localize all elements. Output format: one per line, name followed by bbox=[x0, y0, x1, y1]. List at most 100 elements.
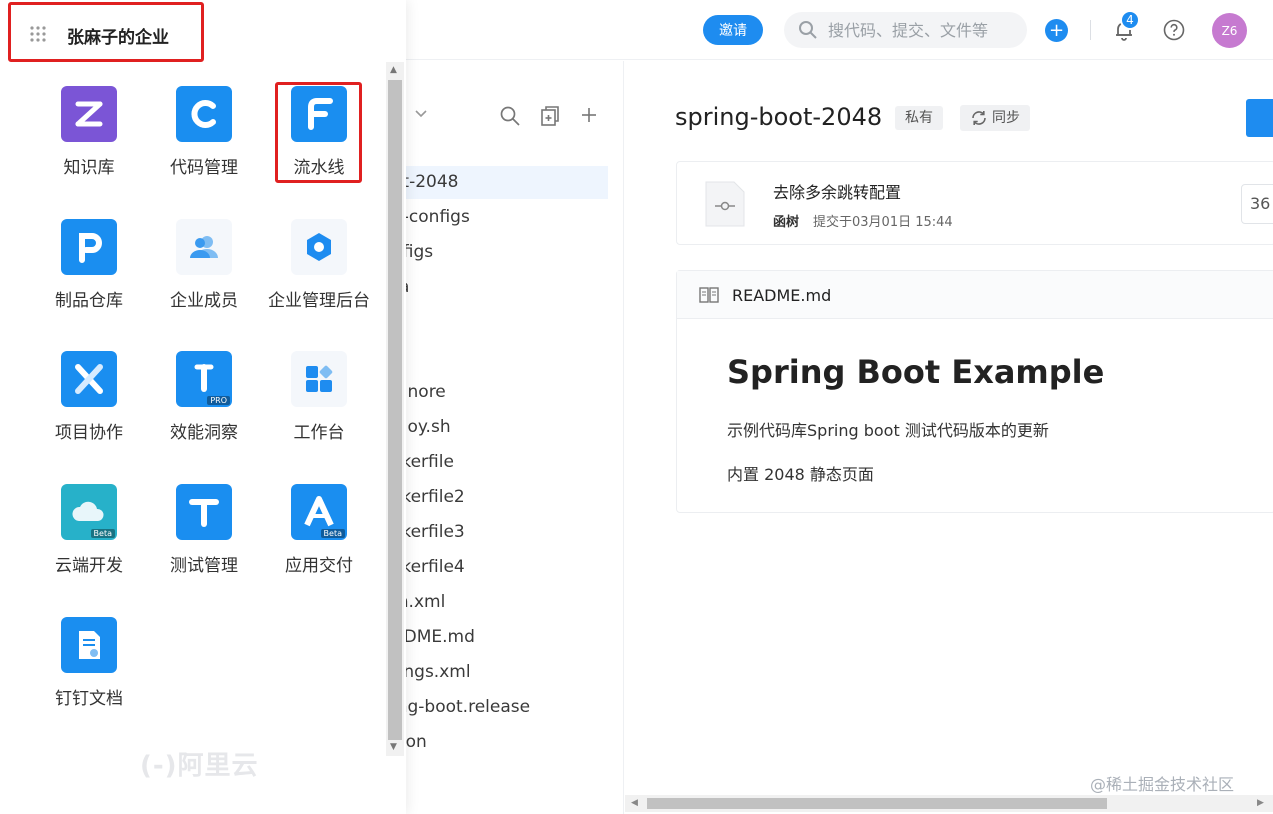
app-label: 项目协作 bbox=[55, 423, 123, 443]
app-label: 工作台 bbox=[293, 423, 345, 443]
app-label: 应用交付 bbox=[285, 556, 353, 576]
create-plus-icon[interactable]: + bbox=[1045, 19, 1068, 42]
sync-button[interactable]: 同步 bbox=[960, 105, 1030, 131]
workbench-icon bbox=[291, 351, 347, 407]
app-workbench[interactable]: 工作台 bbox=[264, 351, 374, 461]
commit-message[interactable]: 去除多余跳转配置 bbox=[773, 179, 901, 203]
readme-card: README.md Spring Boot Example 示例代码库Sprin… bbox=[676, 270, 1273, 513]
app-label: 测试管理 bbox=[170, 556, 238, 576]
tree-item[interactable]: ing-boot.release bbox=[384, 691, 608, 724]
readme-filename: README.md bbox=[732, 286, 832, 305]
search-input[interactable] bbox=[828, 20, 1018, 40]
app-members[interactable]: 企业成员 bbox=[149, 219, 259, 329]
latest-commit-card[interactable]: 去除多余跳转配置 函树 提交于03月01日 15:44 36 bbox=[676, 161, 1273, 245]
tree-item[interactable]: ckerfile3 bbox=[384, 516, 608, 549]
app-label: 制品仓库 bbox=[55, 291, 123, 311]
app-artifact-repo[interactable]: 制品仓库 bbox=[34, 219, 144, 329]
panel-vertical-scrollbar[interactable]: ▲ ▼ bbox=[386, 62, 404, 756]
app-project-collab[interactable]: 项目协作 bbox=[34, 351, 144, 461]
tree-item[interactable]: tings.xml bbox=[384, 656, 608, 689]
tree-item[interactable]: ignore bbox=[384, 376, 608, 409]
readme-heading: Spring Boot Example bbox=[727, 353, 1105, 391]
app-label: 云端开发 bbox=[55, 556, 123, 576]
tree-item[interactable]: p-configs bbox=[384, 201, 608, 234]
app-label: 效能洞察 bbox=[170, 423, 238, 443]
tree-item[interactable]: nfigs bbox=[384, 236, 608, 269]
primary-action-button[interactable] bbox=[1246, 99, 1273, 137]
scroll-right-arrow-icon[interactable]: ▶ bbox=[1257, 798, 1264, 808]
tree-item[interactable]: ot-2048 bbox=[384, 166, 608, 199]
commit-count-button[interactable]: 36 bbox=[1241, 184, 1273, 224]
tree-item[interactable]: m.xml bbox=[384, 586, 608, 619]
app-delivery-icon: Beta bbox=[291, 484, 347, 540]
app-app-delivery[interactable]: Beta 应用交付 bbox=[264, 484, 374, 594]
test-management-icon bbox=[176, 484, 232, 540]
notification-badge: 4 bbox=[1120, 10, 1140, 30]
app-label: 钉钉文档 bbox=[55, 689, 123, 709]
search-icon[interactable] bbox=[499, 105, 521, 127]
panel-scroll-thumb[interactable] bbox=[388, 80, 402, 740]
readme-paragraph: 示例代码库Spring boot 测试代码版本的更新 bbox=[727, 421, 1049, 440]
tree-item[interactable]: ploy.sh bbox=[384, 411, 608, 444]
org-header[interactable]: 张麻子的企业 bbox=[8, 2, 204, 62]
grid-menu-icon[interactable] bbox=[29, 25, 47, 43]
project-collab-icon bbox=[61, 351, 117, 407]
header-divider bbox=[1090, 20, 1091, 40]
global-search[interactable] bbox=[784, 12, 1027, 48]
private-tag: 私有 bbox=[895, 106, 943, 130]
org-name: 张麻子的企业 bbox=[67, 28, 169, 48]
aliyun-logo: (-)阿里云 bbox=[140, 751, 259, 781]
help-icon[interactable] bbox=[1163, 19, 1185, 41]
app-test-management[interactable]: 测试管理 bbox=[149, 484, 259, 594]
app-insight[interactable]: PRO 效能洞察 bbox=[149, 351, 259, 461]
app-admin-console[interactable]: 企业管理后台 bbox=[264, 219, 374, 329]
scroll-up-arrow-icon[interactable]: ▲ bbox=[390, 65, 397, 75]
pipeline-highlight bbox=[275, 82, 362, 183]
watermark: @稀土掘金技术社区 bbox=[1090, 775, 1235, 794]
cloud-dev-icon: Beta bbox=[61, 484, 117, 540]
artifact-repo-icon bbox=[61, 219, 117, 275]
tree-item[interactable]: ckerfile2 bbox=[384, 481, 608, 514]
scroll-left-arrow-icon[interactable]: ◀ bbox=[631, 798, 638, 808]
app-label: 企业管理后台 bbox=[268, 291, 370, 311]
app-cloud-dev[interactable]: Beta 云端开发 bbox=[34, 484, 144, 594]
beta-badge: Beta bbox=[90, 529, 115, 538]
file-tree: ot-2048 p-configs nfigs ra v ignore ploy… bbox=[384, 61, 624, 814]
repo-main: spring-boot-2048 私有 同步 去除多余跳转配置 函树 提交于03… bbox=[625, 61, 1273, 814]
dingtalk-docs-icon bbox=[61, 617, 117, 673]
tree-item[interactable]: ADME.md bbox=[384, 621, 608, 654]
tree-item[interactable]: ckerfile4 bbox=[384, 551, 608, 584]
new-file-icon[interactable] bbox=[539, 105, 561, 127]
readme-header: README.md bbox=[677, 271, 1273, 319]
search-icon bbox=[799, 21, 817, 39]
chevron-down-icon[interactable] bbox=[414, 109, 428, 119]
repo-title: spring-boot-2048 bbox=[675, 103, 883, 131]
commit-icon bbox=[705, 181, 745, 227]
app-label: 代码管理 bbox=[170, 158, 238, 178]
app-code-management[interactable]: 代码管理 bbox=[149, 86, 259, 196]
invite-button[interactable]: 邀请 bbox=[703, 15, 763, 45]
beta-badge: Beta bbox=[320, 529, 345, 538]
horizontal-scrollbar[interactable]: ◀ ▶ bbox=[625, 795, 1273, 812]
horizontal-scroll-thumb[interactable] bbox=[647, 798, 1107, 809]
add-icon[interactable] bbox=[580, 106, 598, 124]
tree-item[interactable]: ckerfile bbox=[384, 446, 608, 479]
pro-badge: PRO bbox=[207, 396, 230, 405]
sync-label: 同步 bbox=[992, 110, 1020, 126]
app-label: 企业成员 bbox=[170, 291, 238, 311]
members-icon bbox=[176, 219, 232, 275]
tree-item[interactable]: v bbox=[384, 341, 608, 374]
tree-item[interactable]: sion bbox=[384, 726, 608, 759]
knowledge-base-icon bbox=[61, 86, 117, 142]
app-knowledge-base[interactable]: 知识库 bbox=[34, 86, 144, 196]
tree-item[interactable]: ra bbox=[384, 271, 608, 304]
commit-author: 函树 bbox=[773, 215, 800, 230]
avatar[interactable]: Z6 bbox=[1212, 13, 1247, 48]
app-dingtalk-docs[interactable]: 钉钉文档 bbox=[34, 617, 144, 727]
scroll-down-arrow-icon[interactable]: ▼ bbox=[390, 742, 397, 752]
admin-console-icon bbox=[291, 219, 347, 275]
sync-icon bbox=[972, 111, 986, 125]
readme-paragraph: 内置 2048 静态页面 bbox=[727, 465, 874, 484]
tree-toolbar bbox=[384, 101, 624, 131]
insight-icon: PRO bbox=[176, 351, 232, 407]
